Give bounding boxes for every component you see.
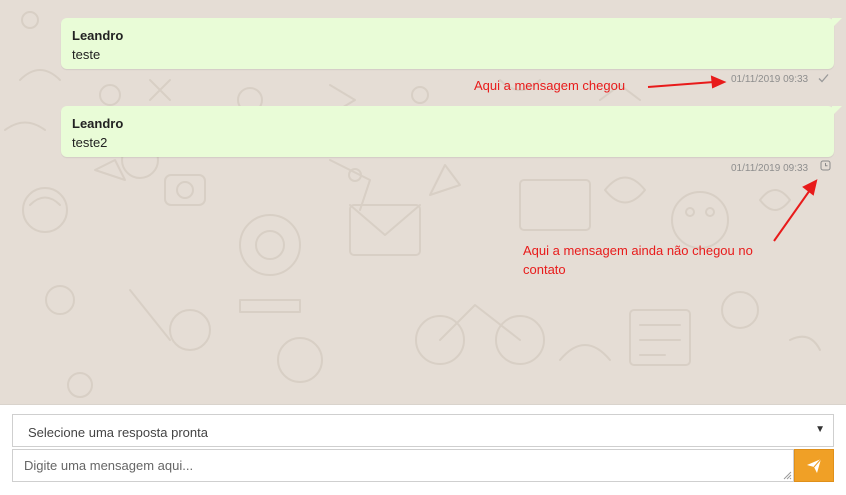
- paper-plane-icon: [807, 458, 822, 473]
- message-input[interactable]: [12, 449, 794, 482]
- quick-reply-select[interactable]: Selecione uma resposta pronta ▼: [12, 414, 834, 447]
- quick-reply-selected: Selecione uma resposta pronta: [28, 425, 208, 440]
- annotation-arrows: [647, 75, 818, 242]
- resize-grip-icon[interactable]: [782, 470, 792, 480]
- caret-down-icon: ▼: [815, 424, 825, 435]
- chat-area: Leandro teste 01/11/2019 09:33 Leandro t…: [0, 0, 846, 405]
- send-button[interactable]: [794, 449, 834, 482]
